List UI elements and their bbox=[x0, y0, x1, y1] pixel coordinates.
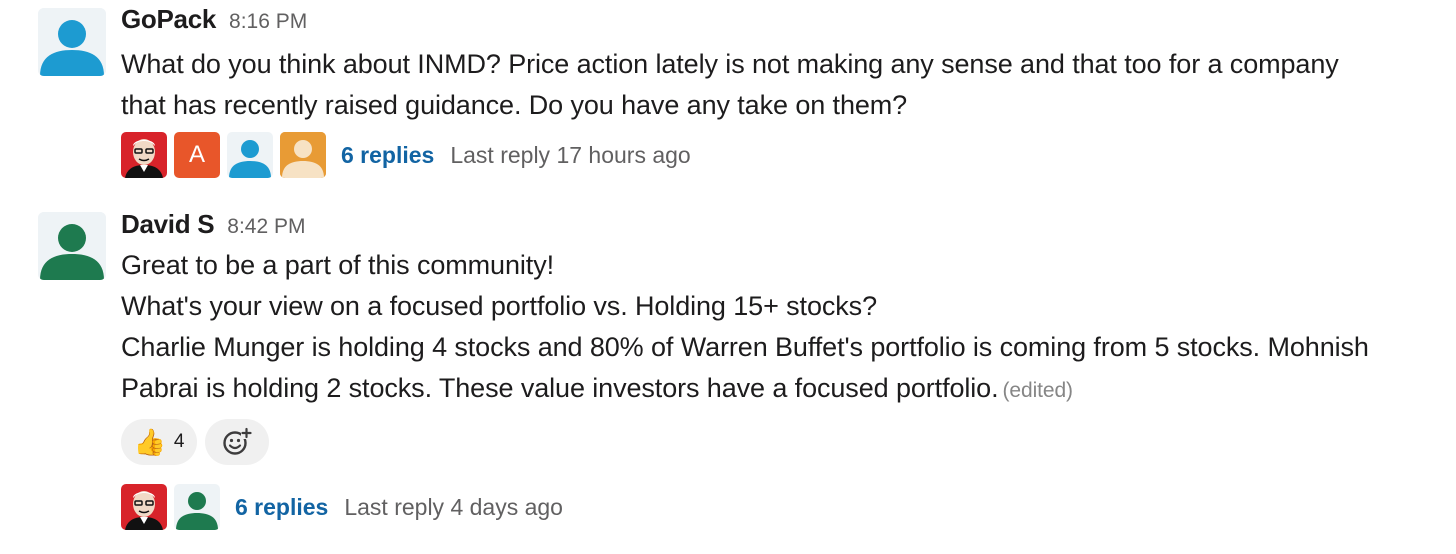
buffett-portrait-icon bbox=[121, 484, 167, 530]
add-reaction-icon bbox=[223, 427, 252, 455]
avatar-letter: A bbox=[188, 141, 205, 168]
message-line: Great to be a part of this community! bbox=[121, 250, 554, 280]
message-text: Great to be a part of this community! Wh… bbox=[121, 245, 1441, 411]
reaction-thumbs-up[interactable]: 👍 4 bbox=[121, 419, 197, 465]
message-line-last: Pabrai is holding 2 stocks. These value … bbox=[121, 368, 1441, 411]
replies-link[interactable]: 6 replies bbox=[235, 494, 328, 521]
replies-link[interactable]: 6 replies bbox=[341, 142, 434, 169]
letter-avatar: A bbox=[174, 132, 220, 178]
message-line: Charlie Munger is holding 4 stocks and 8… bbox=[121, 332, 1369, 362]
message-line: What's your view on a focused portfolio … bbox=[121, 291, 877, 321]
last-reply-text: Last reply 4 days ago bbox=[344, 493, 563, 520]
message-line: that has recently raised guidance. Do yo… bbox=[121, 90, 908, 120]
thread-summary[interactable]: A 6 replies Last reply 17 hours ago bbox=[121, 130, 1441, 180]
user-silhouette-icon bbox=[38, 8, 106, 76]
message-line: What do you think about INMD? Price acti… bbox=[121, 49, 1339, 79]
reactions-bar: 👍 4 bbox=[121, 419, 1441, 465]
thread-summary[interactable]: 6 replies Last reply 4 days ago bbox=[121, 482, 1441, 532]
user-silhouette-icon bbox=[227, 132, 273, 178]
message-text: What do you think about INMD? Price acti… bbox=[121, 44, 1441, 126]
user-silhouette-icon bbox=[280, 132, 326, 178]
username[interactable]: David S bbox=[121, 209, 215, 240]
thumbs-up-icon: 👍 bbox=[133, 427, 166, 457]
user-silhouette-icon bbox=[174, 484, 220, 530]
edited-label: (edited) bbox=[1002, 379, 1074, 402]
user-silhouette-icon bbox=[38, 212, 106, 280]
add-reaction-button[interactable] bbox=[205, 419, 269, 465]
username[interactable]: GoPack bbox=[121, 4, 216, 35]
timestamp[interactable]: 8:16 PM bbox=[229, 10, 307, 34]
last-reply-text: Last reply 17 hours ago bbox=[450, 141, 691, 168]
timestamp[interactable]: 8:42 PM bbox=[227, 215, 305, 239]
message-line: Pabrai is holding 2 stocks. These value … bbox=[121, 373, 999, 403]
reaction-count: 4 bbox=[173, 431, 185, 452]
user-avatar[interactable] bbox=[38, 212, 106, 280]
buffett-portrait-icon bbox=[121, 132, 167, 178]
user-avatar[interactable] bbox=[38, 8, 106, 76]
